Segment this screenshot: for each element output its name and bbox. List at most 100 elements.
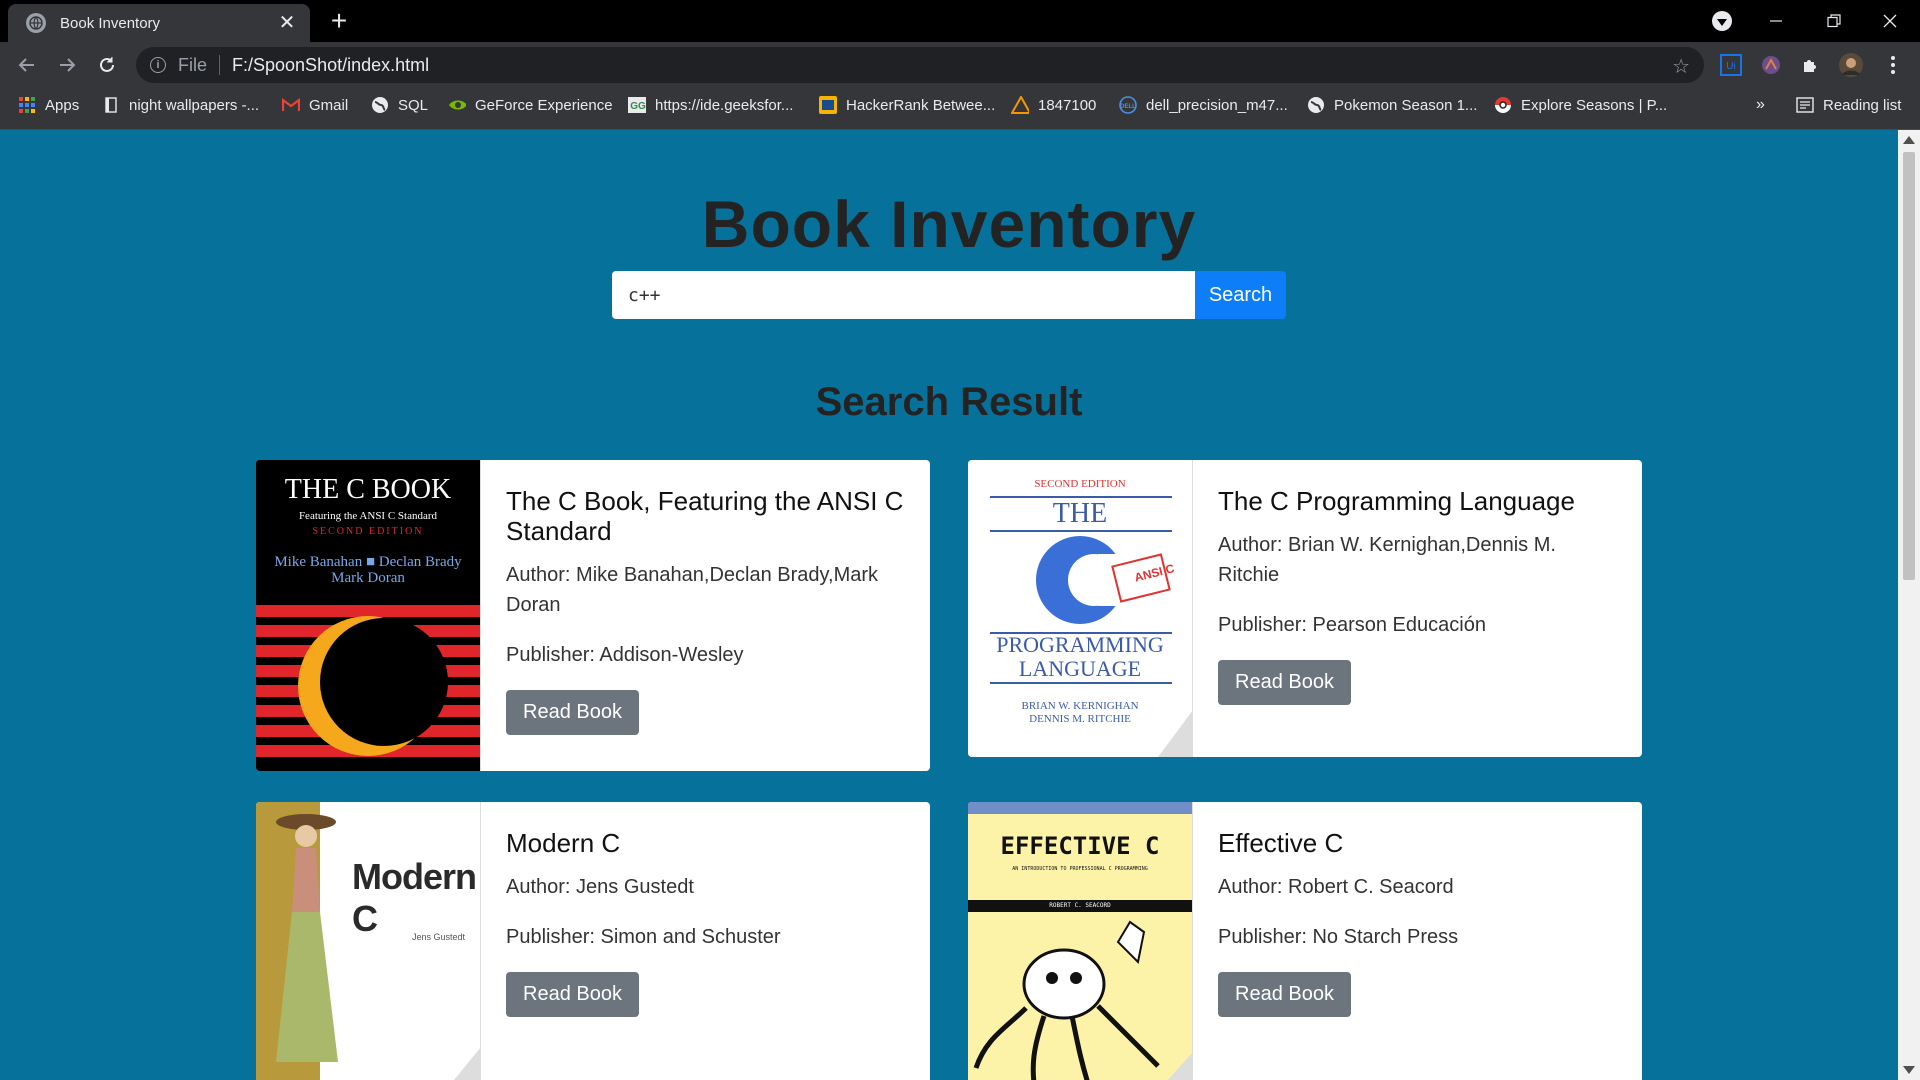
cover-subtitle: PROGRAMMING LANGUAGE <box>996 632 1164 681</box>
bookmark-label: Apps <box>45 96 80 114</box>
avatar[interactable] <box>1838 52 1864 78</box>
svg-text:GG: GG <box>630 101 646 112</box>
new-tab-button[interactable]: + <box>324 6 354 36</box>
address-bar[interactable]: i File F:/SpoonShot/index.html ☆ <box>136 47 1704 83</box>
search-button[interactable]: Search <box>1195 271 1286 319</box>
read-book-button[interactable]: Read Book <box>1218 660 1351 705</box>
minimize-button[interactable] <box>1748 0 1804 42</box>
reload-button[interactable] <box>92 50 122 80</box>
cover-title: THE <box>1052 498 1108 529</box>
read-book-button[interactable]: Read Book <box>1218 972 1351 1017</box>
restore-button[interactable] <box>1806 0 1862 42</box>
scroll-thumb[interactable] <box>1903 152 1915 580</box>
close-tab-icon[interactable]: ✕ <box>276 12 298 34</box>
bookmark-label: night wallpapers -... <box>129 96 260 114</box>
cover-author: Jens Gustedt <box>412 932 466 942</box>
bookmark-label: HackerRank Betwee... <box>846 96 996 114</box>
cover-authors: BRIAN W. KERNIGHAN <box>1021 700 1139 712</box>
puzzle-extensions-icon[interactable] <box>1798 52 1824 78</box>
back-arrow-icon <box>18 58 34 72</box>
book-cover-effective-c[interactable]: EFFECTIVE C AN INTRODUCTION TO PROFESSIO… <box>968 802 1193 1080</box>
cover-title: EFFECTIVE C <box>1000 832 1160 860</box>
bookmarks-overflow-button[interactable]: » <box>1756 88 1765 122</box>
menu-kebab-icon[interactable] <box>1880 52 1906 78</box>
triangle-icon <box>1011 96 1029 114</box>
cover-title: Modern C <box>352 856 477 939</box>
bookmark-apps[interactable]: Apps <box>18 88 79 122</box>
reading-list-button[interactable]: Reading list <box>1796 88 1901 122</box>
search-form: Search <box>612 271 1286 319</box>
back-button[interactable] <box>12 50 42 80</box>
url-scheme: File <box>178 54 208 75</box>
bookmark-geforce-experience[interactable]: GeForce Experience <box>448 88 613 122</box>
book-details: Modern C Author: Jens Gustedt Publisher:… <box>481 802 930 1080</box>
bookmark-pokemon-season[interactable]: Pokemon Season 1... <box>1307 88 1477 122</box>
book-cover-modern-c[interactable]: Modern C Jens Gustedt <box>256 802 481 1080</box>
bookmark-star-icon[interactable]: ☆ <box>1672 54 1690 79</box>
book-card: Modern C Jens Gustedt Modern C Author: J… <box>256 802 930 1080</box>
book-details: Effective C Author: Robert C. Seacord Pu… <box>1193 802 1642 1080</box>
cover-subtitle: AN INTRODUCTION TO PROFESSIONAL C PROGRA… <box>1012 866 1148 872</box>
uipath-extension-icon[interactable]: Ui <box>1718 52 1744 78</box>
tab-search-icon[interactable] <box>1712 11 1732 31</box>
bookmark-dell-precision[interactable]: DELL dell_precision_m47... <box>1119 88 1288 122</box>
dell-icon: DELL <box>1119 96 1137 114</box>
tab-book-inventory[interactable]: Book Inventory ✕ <box>8 4 310 42</box>
book-title: Effective C <box>1218 828 1344 858</box>
url-text[interactable]: F:/SpoonShot/index.html <box>232 55 429 76</box>
bookmark-geeksforgeeks[interactable]: GG https://ide.geeksfor... <box>628 88 793 122</box>
pokeball-icon <box>1494 96 1512 114</box>
bookmark-label: https://ide.geeksfor... <box>655 96 794 114</box>
book-publisher: Publisher: Addison-Wesley <box>506 644 744 666</box>
bookmark-gmail[interactable]: Gmail <box>282 88 348 122</box>
bookmark-explore-seasons[interactable]: Explore Seasons | P... <box>1494 88 1667 122</box>
book-author: Author: Robert C. Seacord <box>1218 876 1454 898</box>
cover-title: THE C BOOK <box>284 474 452 505</box>
cover-authors: Mark Doran <box>331 570 405 586</box>
bookmark-label: GeForce Experience <box>475 96 613 114</box>
extension-icon[interactable] <box>1758 52 1784 78</box>
globe-icon <box>1307 96 1325 114</box>
cover-art <box>256 460 480 771</box>
book-publisher: Publisher: No Starch Press <box>1218 926 1459 948</box>
hackerrank-icon <box>819 96 837 114</box>
bookmark-label: dell_precision_m47... <box>1146 96 1288 114</box>
bookmark-hackerrank[interactable]: HackerRank Betwee... <box>819 88 995 122</box>
scroll-down-arrow-icon[interactable] <box>1903 1066 1915 1074</box>
book-cover-the-c-book[interactable]: THE C BOOK Featuring the ANSI C Standard… <box>256 460 481 771</box>
bookmark-1847100[interactable]: 1847100 <box>1011 88 1096 122</box>
restore-icon <box>1827 14 1841 28</box>
book-cover-the-c-programming-language[interactable]: SECOND EDITION THE ANSI C PROGRAMMING LA… <box>968 460 1193 757</box>
cover-authors: Mike Banahan ■ Declan Brady <box>274 554 462 570</box>
apps-grid-icon <box>18 96 36 114</box>
cover-edition: SECOND EDITION <box>312 526 424 537</box>
svg-text:Ui: Ui <box>1726 61 1735 72</box>
book-title: The C Programming Language <box>1218 486 1575 516</box>
book-title: The C Book, Featuring the ANSI C Standar… <box>506 486 904 546</box>
globe-icon <box>26 13 46 33</box>
info-icon[interactable]: i <box>150 57 166 73</box>
book-author: Author: Jens Gustedt <box>506 876 694 898</box>
forward-button[interactable] <box>52 50 82 80</box>
bookmarks-bar: Apps night wallpapers -... Gmail SQL GeF… <box>0 88 1920 130</box>
cover-subtitle: Featuring the ANSI C Standard <box>298 510 438 522</box>
scroll-up-arrow-icon[interactable] <box>1903 136 1915 144</box>
search-input[interactable] <box>612 271 1195 319</box>
book-card: EFFECTIVE C AN INTRODUCTION TO PROFESSIO… <box>968 802 1642 1080</box>
reading-list-icon <box>1796 96 1814 114</box>
bookmark-night-wallpapers[interactable]: night wallpapers -... <box>102 88 259 122</box>
read-book-button[interactable]: Read Book <box>506 972 639 1017</box>
page-scrollbar[interactable] <box>1898 130 1920 1080</box>
globe-icon <box>371 96 389 114</box>
book-publisher: Publisher: Pearson Educación <box>1218 614 1486 636</box>
cover-author: ROBERT C. SEACORD <box>1049 902 1111 909</box>
bookmark-label: Explore Seasons | P... <box>1521 96 1668 114</box>
bookmark-label: Gmail <box>309 96 349 114</box>
read-book-button[interactable]: Read Book <box>506 690 639 735</box>
tab-title: Book Inventory <box>60 14 161 32</box>
bookmark-sql[interactable]: SQL <box>371 88 428 122</box>
url-separator <box>219 55 221 75</box>
gmail-icon <box>282 96 300 114</box>
svg-text:DELL: DELL <box>1120 104 1136 110</box>
close-window-button[interactable] <box>1862 0 1918 42</box>
